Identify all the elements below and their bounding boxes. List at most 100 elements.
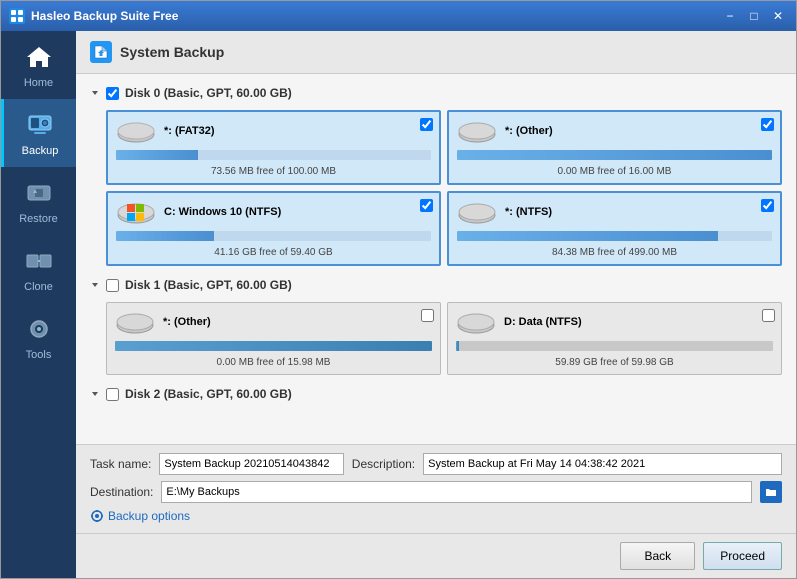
disk-1-expand-icon[interactable]	[90, 280, 100, 290]
partition-0-2-label: C: Windows 10 (NTFS)	[164, 206, 281, 218]
disk-2-label: Disk 2 (Basic, GPT, 60.00 GB)	[125, 387, 292, 401]
partition-0-0: *: (FAT32) 73.56 MB free of 100.00 MB	[106, 110, 441, 185]
partition-0-1-top: *: (Other)	[457, 118, 772, 144]
partition-0-2-bar-container	[116, 231, 431, 241]
destination-input[interactable]	[161, 481, 752, 503]
disk-0-checkbox[interactable]	[106, 87, 119, 100]
title-bar: Hasleo Backup Suite Free − □ ✕	[1, 1, 796, 31]
partition-0-0-checkbox[interactable]	[420, 118, 433, 131]
backup-options-link[interactable]: Backup options	[90, 507, 782, 525]
disk-0-partitions: *: (FAT32) 73.56 MB free of 100.00 MB	[106, 110, 782, 266]
disk-0-header: Disk 0 (Basic, GPT, 60.00 GB)	[90, 82, 782, 104]
partition-0-3-checkbox[interactable]	[761, 199, 774, 212]
disk-2-section: Disk 2 (Basic, GPT, 60.00 GB)	[90, 383, 782, 405]
sidebar-label-home: Home	[24, 77, 53, 89]
drive-icon	[115, 309, 155, 335]
partition-1-0-label: *: (Other)	[163, 316, 211, 328]
partition-1-0-bar	[115, 341, 432, 351]
window-controls: − □ ✕	[720, 7, 788, 25]
disk-1-header: Disk 1 (Basic, GPT, 60.00 GB)	[90, 274, 782, 296]
task-name-row: Task name: Description:	[90, 453, 782, 475]
proceed-button[interactable]: Proceed	[703, 542, 782, 570]
action-row: Back Proceed	[76, 533, 796, 578]
clone-icon	[23, 245, 55, 277]
sidebar-label-tools: Tools	[26, 349, 52, 361]
destination-row: Destination:	[90, 481, 782, 503]
partition-1-1-checkbox[interactable]	[762, 309, 775, 322]
page-title: System Backup	[120, 44, 224, 60]
partition-1-0: *: (Other) 0.00 MB free of 15.98 MB	[106, 302, 441, 375]
folder-icon	[765, 486, 777, 498]
partition-1-1-bar	[456, 341, 459, 351]
disk-2-expand-icon[interactable]	[90, 389, 100, 399]
disk-1-partitions: *: (Other) 0.00 MB free of 15.98 MB	[106, 302, 782, 375]
browse-button[interactable]	[760, 481, 782, 503]
task-name-label: Task name:	[90, 457, 151, 471]
partition-0-1-size: 0.00 MB free of 16.00 MB	[457, 166, 772, 177]
content-header: System Backup	[76, 31, 796, 74]
partition-0-2-checkbox[interactable]	[420, 199, 433, 212]
partition-0-3-size: 84.38 MB free of 499.00 MB	[457, 247, 772, 258]
app-icon	[9, 8, 25, 24]
disk-1-checkbox[interactable]	[106, 279, 119, 292]
destination-label: Destination:	[90, 485, 153, 499]
sidebar-item-tools[interactable]: Tools	[1, 303, 76, 371]
maximize-button[interactable]: □	[744, 7, 764, 25]
back-button[interactable]: Back	[620, 542, 695, 570]
disk-0-expand-icon[interactable]	[90, 88, 100, 98]
partition-1-1-bar-container	[456, 341, 773, 351]
backup-icon	[24, 109, 56, 141]
partition-0-1-label: *: (Other)	[505, 125, 553, 137]
home-icon	[23, 41, 55, 73]
disk-2-header: Disk 2 (Basic, GPT, 60.00 GB)	[90, 383, 782, 405]
sidebar-label-restore: Restore	[19, 213, 58, 225]
partition-0-3-bar-container	[457, 231, 772, 241]
partition-0-1-bar	[457, 150, 772, 160]
gear-icon	[90, 509, 104, 523]
main-layout: Home Backup	[1, 31, 796, 578]
partition-0-3-bar	[457, 231, 718, 241]
partition-0-1-checkbox[interactable]	[761, 118, 774, 131]
partition-0-2: C: Windows 10 (NTFS) 41.16 GB free of 59…	[106, 191, 441, 266]
sidebar-item-restore[interactable]: Restore	[1, 167, 76, 235]
disk-2-checkbox[interactable]	[106, 388, 119, 401]
disk-0-section: Disk 0 (Basic, GPT, 60.00 GB)	[90, 82, 782, 266]
partition-1-1-top: D: Data (NTFS)	[456, 309, 773, 335]
partition-0-3-top: *: (NTFS)	[457, 199, 772, 225]
partition-0-0-bar	[116, 150, 198, 160]
partition-0-1-bar-container	[457, 150, 772, 160]
partition-1-1-size: 59.89 GB free of 59.98 GB	[456, 357, 773, 368]
minimize-button[interactable]: −	[720, 7, 740, 25]
system-backup-icon	[90, 41, 112, 63]
partition-0-3-label: *: (NTFS)	[505, 206, 552, 218]
sidebar: Home Backup	[1, 31, 76, 578]
partition-1-0-top: *: (Other)	[115, 309, 432, 335]
partition-0-0-bar-container	[116, 150, 431, 160]
windows-drive-icon	[116, 199, 156, 225]
disk-1-label: Disk 1 (Basic, GPT, 60.00 GB)	[125, 278, 292, 292]
partition-0-1: *: (Other) 0.00 MB free of 16.00 MB	[447, 110, 782, 185]
sidebar-item-backup[interactable]: Backup	[1, 99, 76, 167]
partition-1-1-label: D: Data (NTFS)	[504, 316, 582, 328]
task-name-input[interactable]	[159, 453, 343, 475]
partition-0-0-label: *: (FAT32)	[164, 125, 215, 137]
description-label: Description:	[352, 457, 415, 471]
description-input[interactable]	[423, 453, 782, 475]
partition-0-2-size: 41.16 GB free of 59.40 GB	[116, 247, 431, 258]
sidebar-item-home[interactable]: Home	[1, 31, 76, 99]
disk-list: Disk 0 (Basic, GPT, 60.00 GB)	[76, 74, 796, 444]
disk-1-section: Disk 1 (Basic, GPT, 60.00 GB) *: (	[90, 274, 782, 375]
drive-icon	[457, 118, 497, 144]
main-window: Hasleo Backup Suite Free − □ ✕ Home	[0, 0, 797, 579]
backup-options-label: Backup options	[108, 509, 190, 523]
close-button[interactable]: ✕	[768, 7, 788, 25]
sidebar-item-clone[interactable]: Clone	[1, 235, 76, 303]
partition-1-0-checkbox[interactable]	[421, 309, 434, 322]
partition-0-0-size: 73.56 MB free of 100.00 MB	[116, 166, 431, 177]
sidebar-label-backup: Backup	[22, 145, 59, 157]
restore-icon	[23, 177, 55, 209]
drive-icon	[457, 199, 497, 225]
sidebar-label-clone: Clone	[24, 281, 53, 293]
drive-icon	[116, 118, 156, 144]
drive-icon	[456, 309, 496, 335]
